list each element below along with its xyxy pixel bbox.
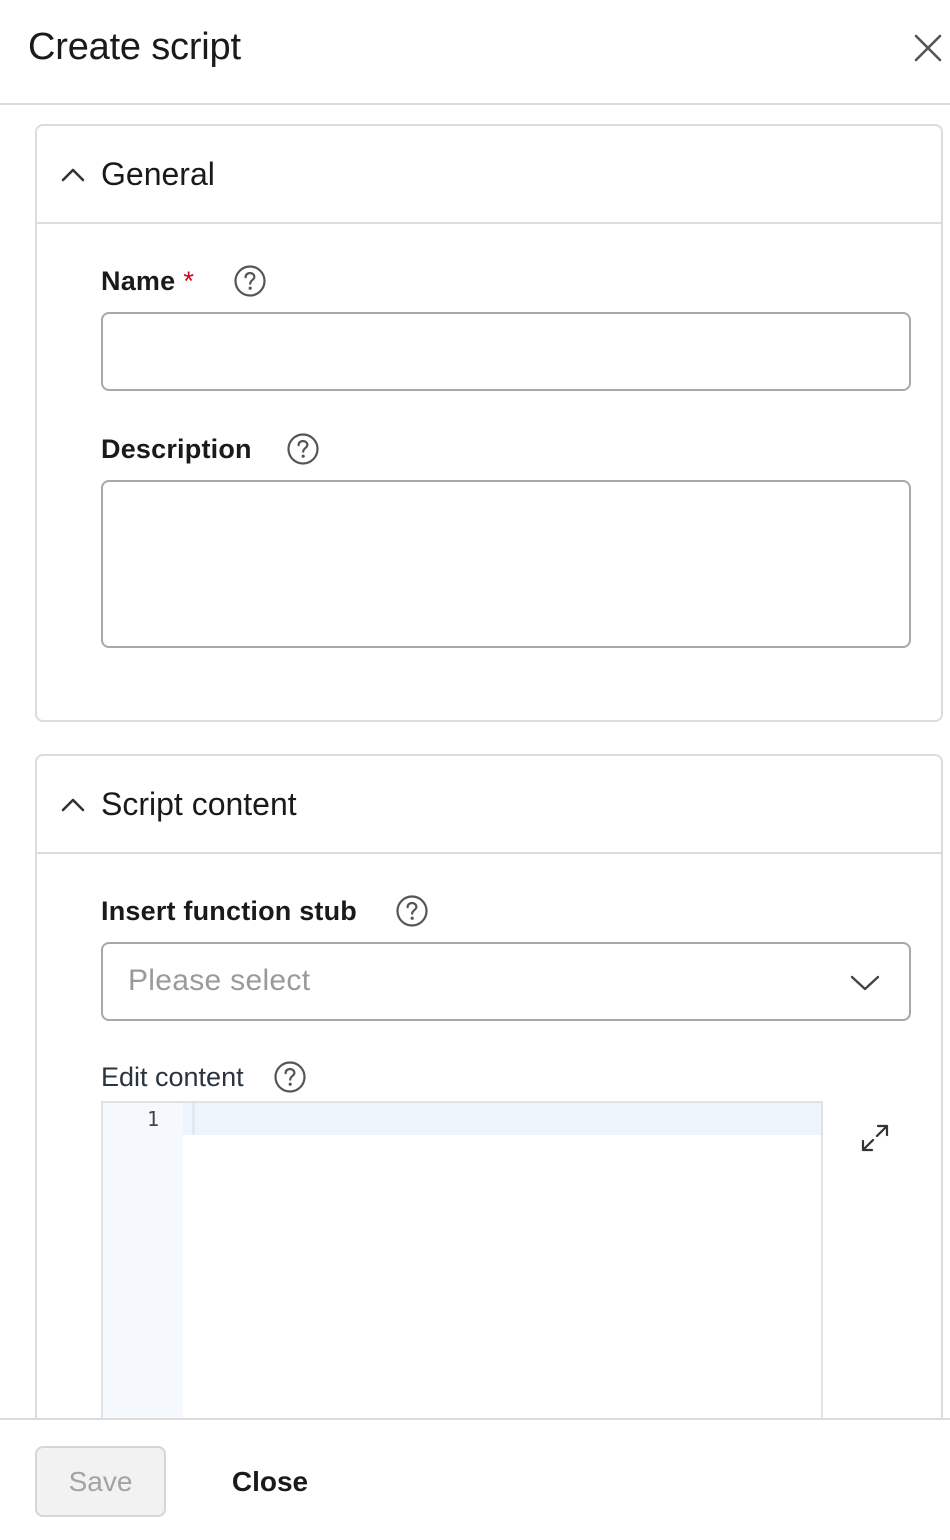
editor-cursor (192, 1103, 195, 1135)
insert-function-stub-label: Insert function stub (101, 896, 357, 926)
help-icon[interactable] (273, 1060, 307, 1094)
chevron-down-icon (850, 975, 880, 991)
chevron-up-icon (61, 168, 85, 182)
script-content-section: Script content Insert function stub Plea… (35, 754, 943, 1418)
description-label: Description (101, 434, 252, 464)
script-content-section-title: Script content (101, 786, 297, 822)
code-editor[interactable]: 1 (101, 1101, 823, 1418)
general-section-header[interactable]: General (37, 126, 941, 224)
create-script-panel: Create script General Name* Description (0, 0, 950, 1540)
help-icon[interactable] (286, 432, 320, 466)
general-section: General Name * Description (35, 124, 943, 722)
panel-footer: Save Close (0, 1418, 950, 1540)
save-button[interactable]: Save (35, 1446, 166, 1517)
edit-content-label: Edit content (101, 1062, 244, 1092)
name-label: Name * (101, 266, 195, 296)
expand-icon[interactable] (857, 1120, 893, 1156)
active-line-highlight[interactable] (183, 1103, 821, 1135)
help-icon[interactable] (233, 264, 267, 298)
close-icon[interactable] (910, 30, 946, 66)
panel-title: Create script (28, 26, 241, 68)
panel-header: Create script (0, 0, 950, 105)
close-button[interactable]: Close (200, 1446, 340, 1517)
help-icon[interactable] (395, 894, 429, 928)
required-asterisk: * (183, 266, 195, 296)
description-field[interactable] (101, 480, 911, 648)
general-section-title: General (101, 156, 215, 192)
name-field[interactable] (101, 312, 911, 391)
editor-gutter: 1 (103, 1103, 183, 1418)
form-scroll-area[interactable]: General Name * Description Script conten… (0, 105, 950, 1418)
line-number: 1 (146, 1107, 159, 1131)
chevron-up-icon (61, 798, 85, 812)
select-placeholder: Please select (128, 964, 311, 997)
function-stub-select[interactable]: Please select (101, 942, 911, 1021)
script-content-section-header[interactable]: Script content (37, 756, 941, 854)
